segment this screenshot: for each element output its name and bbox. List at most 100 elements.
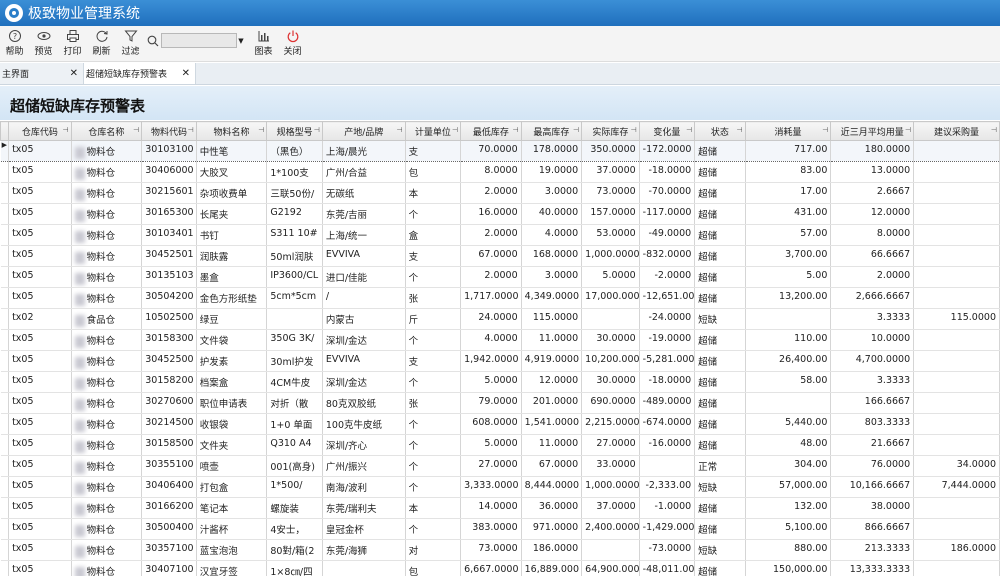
close-icon[interactable]: ✕ xyxy=(182,68,190,79)
cell-value: 1,942.0000 xyxy=(464,354,519,365)
filter-button[interactable]: 过滤 xyxy=(116,29,145,59)
row-indicator[interactable] xyxy=(0,392,10,414)
cell-value: 物料仓 xyxy=(86,273,116,284)
tab-main[interactable]: 主界面 ✕ xyxy=(0,63,84,84)
table-row[interactable]: tx05 物料仓 30158300 文件袋 350G 3K/深圳/金达 个 4.0000 11… xyxy=(0,329,1000,351)
table-row[interactable]: tx05 物料仓 30406000 大胶叉 1*100支 广州/合益 包 8.0000 19.0… xyxy=(0,161,1000,183)
column-header[interactable]: 实际库存 ⊣ xyxy=(581,121,640,141)
table-row[interactable]: tx05 物料仓 30165300 长尾夹 G2192 东莞/吉丽 个 16.0000 40.0… xyxy=(0,203,1000,225)
table-row[interactable]: tx05 物料仓 30158200 档案盒 4CM牛皮 深圳/金达 个 5.0000 12.00… xyxy=(0,371,1000,393)
row-indicator[interactable] xyxy=(0,371,10,393)
row-indicator[interactable] xyxy=(0,308,10,330)
row-indicator[interactable] xyxy=(0,182,10,204)
column-header[interactable]: 计量单位 ⊣ xyxy=(404,121,462,141)
row-indicator[interactable] xyxy=(0,434,10,456)
pin-icon[interactable]: ⊣ xyxy=(737,126,743,134)
cell-value: 11.0000 xyxy=(538,333,579,344)
column-header[interactable]: 物料代码 ⊣ xyxy=(141,121,197,141)
pin-icon[interactable]: ⊣ xyxy=(686,126,692,134)
row-indicator[interactable] xyxy=(0,560,10,576)
row-indicator[interactable] xyxy=(0,245,10,267)
refresh-button[interactable]: 刷新 xyxy=(87,29,116,59)
row-indicator[interactable] xyxy=(0,350,10,372)
pin-icon[interactable]: ⊣ xyxy=(822,126,828,134)
table-cell: 个 xyxy=(405,518,462,540)
print-button[interactable]: 打印 xyxy=(58,29,87,59)
close-icon[interactable]: ✕ xyxy=(70,68,78,79)
pin-icon[interactable]: ⊣ xyxy=(573,126,579,134)
table-cell: 166.6667 xyxy=(830,392,915,414)
pin-icon[interactable]: ⊣ xyxy=(133,126,139,134)
tab-stock-alert[interactable]: 超储短缺库存预警表 ✕ xyxy=(84,63,196,84)
table-row[interactable]: tx02 食品仓 10502500 绿豆 内蒙古 斤 24.0000 115.0000 -24.… xyxy=(0,308,1000,330)
table-row[interactable]: tx05 物料仓 30357100 蓝宝泡泡 80對/箱(2 东莞/海狮 对 73.0000 1… xyxy=(0,539,1000,561)
row-indicator[interactable] xyxy=(0,518,10,540)
table-row[interactable]: tx05 物料仓 30103401 书钉 S311 10# 上海/统一 盒 2.0000 4.0… xyxy=(0,224,1000,246)
cell-value: 2.6667 xyxy=(876,186,911,197)
row-indicator[interactable] xyxy=(0,455,10,477)
row-indicator[interactable] xyxy=(0,497,10,519)
table-row[interactable]: tx05 物料仓 30166200 笔记本 螺旋装 东莞/瑞利夫 本 14.0000 36.00… xyxy=(0,497,1000,519)
row-indicator[interactable] xyxy=(0,329,10,351)
column-header[interactable]: 变化量 ⊣ xyxy=(638,121,696,141)
row-indicator[interactable] xyxy=(0,224,10,246)
pin-icon[interactable]: ⊣ xyxy=(188,126,194,134)
row-indicator[interactable] xyxy=(0,161,10,183)
table-row[interactable]: tx05 物料仓 30500400 汁酱杯 4安士， 皇冠金杯 个 383.0000 971.0… xyxy=(0,518,1000,540)
table-row[interactable]: tx05 物料仓 30135103 墨盒 IP3600/CL 进口/佳能 个 2.0000 3.… xyxy=(0,266,1000,288)
row-indicator[interactable] xyxy=(0,476,10,498)
cell-value: tx05 xyxy=(12,186,34,197)
cell-value: 13,333.3333 xyxy=(849,564,911,575)
table-row[interactable]: tx05 物料仓 30452501 润肤露 50ml润肤 EVVIVA 支 67.0000 16… xyxy=(0,245,1000,267)
pin-icon[interactable]: ⊣ xyxy=(396,126,402,134)
column-header[interactable]: 最低库存 ⊣ xyxy=(460,121,522,141)
table-row[interactable]: tx05 物料仓 30270600 职位申请表 对折（散 80克双胶纸 张 79.0000 20… xyxy=(0,392,1000,414)
column-header[interactable]: 仓库名称 ⊣ xyxy=(70,121,143,141)
table-row[interactable]: tx05 物料仓 30407100 汉宜牙签 1×8㎝/四 包 6,667.0000 16,8… xyxy=(0,560,1000,576)
column-header[interactable]: 建议采购量 ⊣ xyxy=(913,121,1000,141)
chevron-down-icon[interactable]: ▼ xyxy=(237,33,245,48)
pin-icon[interactable]: ⊣ xyxy=(258,126,264,134)
search-input[interactable] xyxy=(161,33,237,48)
column-header[interactable]: 最高库存 ⊣ xyxy=(520,121,583,141)
table-row[interactable]: tx05 物料仓 30406400 打包盒 1*500/南海/波利 个 3,333.0000… xyxy=(0,476,1000,498)
row-indicator[interactable] xyxy=(0,203,10,225)
column-header[interactable]: 消耗量 ⊣ xyxy=(744,121,832,141)
column-header[interactable]: 近三月平均用量 ⊣ xyxy=(830,121,915,141)
pin-icon[interactable]: ⊣ xyxy=(452,126,458,134)
pin-icon[interactable]: ⊣ xyxy=(991,126,997,134)
pin-icon[interactable]: ⊣ xyxy=(513,126,519,134)
table-row[interactable]: tx05 物料仓 30355100 喷壶 001(高身) 广州/振兴 个 27.0000 67.… xyxy=(0,455,1000,477)
table-row[interactable]: tx05 物料仓 30452500 护发素 30ml护发 EVVIVA 支 1,942.000… xyxy=(0,350,1000,372)
column-header[interactable]: 状态 ⊣ xyxy=(694,121,746,141)
table-row[interactable]: tx05 物料仓 30504200 金色方形纸垫 5cm*5cm / 张 1,717.0000… xyxy=(0,287,1000,309)
column-header[interactable]: 规格型号 ⊣ xyxy=(266,121,323,141)
table-row[interactable]: ▶ tx05 物料仓 30103100 中性笔 （黑色） 上海/晨光 支 70.0000 178.… xyxy=(0,140,1000,162)
pin-icon[interactable]: ⊣ xyxy=(905,126,911,134)
search-icon[interactable] xyxy=(147,35,159,47)
close-button[interactable]: 关闭 xyxy=(278,29,307,59)
table-row[interactable]: tx05 物料仓 30158500 文件夹 Q310 A4 深圳/齐心 个 5.0000 11.… xyxy=(0,434,1000,456)
cell-value: -1.0000 xyxy=(654,501,692,512)
column-header[interactable]: 产地/品牌 ⊣ xyxy=(321,121,406,141)
row-indicator[interactable] xyxy=(0,539,10,561)
table-cell: 个 xyxy=(405,455,462,477)
table-cell: 深圳/金达 xyxy=(322,371,406,393)
pin-icon[interactable]: ⊣ xyxy=(314,126,320,134)
row-indicator[interactable] xyxy=(0,266,10,288)
chart-button[interactable]: 图表 xyxy=(249,29,278,59)
cell-value: 内蒙古 xyxy=(325,315,355,326)
column-header[interactable]: 物料名称 ⊣ xyxy=(195,121,268,141)
row-indicator[interactable]: ▶ xyxy=(0,140,10,162)
help-button[interactable]: ? 帮助 xyxy=(0,29,29,59)
table-row[interactable]: tx05 物料仓 30214500 收银袋 1+0 单面 100克牛皮纸 个 608.0000… xyxy=(0,413,1000,435)
pin-icon[interactable]: ⊣ xyxy=(63,126,69,134)
preview-button[interactable]: 预览 xyxy=(29,29,58,59)
cell-value: tx05 xyxy=(12,291,34,302)
table-row[interactable]: tx05 物料仓 30215601 杂项收费单 三联50份/无碳纸 本 2.0000 3.00… xyxy=(0,182,1000,204)
row-indicator[interactable] xyxy=(0,287,10,309)
pin-icon[interactable]: ⊣ xyxy=(631,126,637,134)
row-indicator[interactable] xyxy=(0,413,10,435)
column-header[interactable]: 仓库代码 ⊣ xyxy=(8,121,72,141)
cell-value: 对折（散 xyxy=(270,399,309,410)
